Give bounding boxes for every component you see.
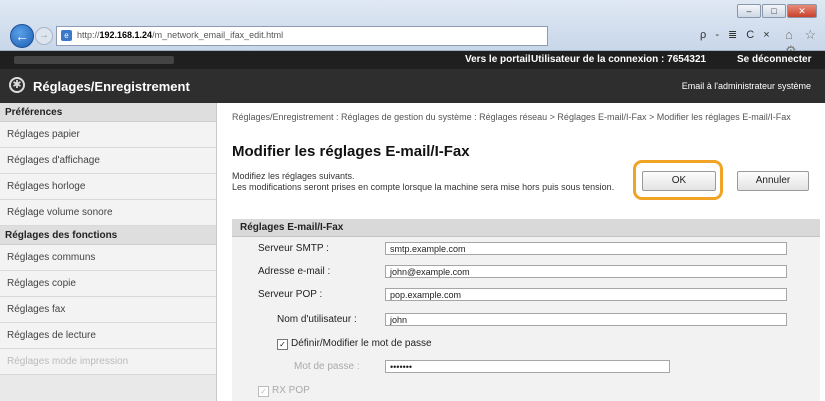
sidebar-item-copy[interactable]: Réglages copie bbox=[0, 271, 216, 297]
breadcrumb: Réglages/Enregistrement : Réglages de ge… bbox=[232, 112, 791, 122]
device-name-blurred bbox=[14, 56, 174, 64]
address-bar[interactable]: e http://192.168.1.24/m_network_email_if… bbox=[56, 26, 548, 46]
email-ifax-settings: Réglages E-mail/I-Fax Serveur SMTP : smt… bbox=[232, 219, 820, 401]
page-title: Modifier les réglages E-mail/I-Fax bbox=[232, 143, 470, 160]
cancel-button[interactable]: Annuler bbox=[737, 171, 809, 191]
minimize-icon[interactable]: – bbox=[737, 4, 761, 18]
url-text: http://192.168.1.24/m_network_email_ifax… bbox=[77, 30, 284, 40]
sidebar-item-print[interactable]: Réglages mode impression bbox=[0, 349, 216, 375]
username-label: Nom d'utilisateur : bbox=[277, 314, 357, 325]
pop-label: Serveur POP : bbox=[258, 289, 323, 300]
email-input[interactable]: john@example.com bbox=[385, 265, 787, 278]
sidebar-item-scan[interactable]: Réglages de lecture bbox=[0, 323, 216, 349]
set-password-label: Définir/Modifier le mot de passe bbox=[291, 338, 432, 349]
address-actions[interactable]: ρ - ≣ C × bbox=[700, 28, 773, 41]
sidebar-item-clock[interactable]: Réglages horloge bbox=[0, 174, 216, 200]
forward-arrow-icon[interactable]: → bbox=[35, 27, 53, 45]
logout-link[interactable]: Se déconnecter bbox=[737, 54, 811, 65]
description-line-1: Modifiez les réglages suivants. bbox=[232, 171, 355, 181]
rx-pop-checkbox[interactable]: ✓ bbox=[258, 386, 269, 397]
sidebar-section-preferences: Préférences bbox=[0, 103, 216, 122]
password-input[interactable]: ••••••• bbox=[385, 360, 670, 373]
email-admin-link[interactable]: Email à l'administrateur système bbox=[682, 81, 811, 91]
page-favicon-icon: e bbox=[61, 30, 72, 41]
smtp-label: Serveur SMTP : bbox=[258, 243, 329, 254]
rx-pop-label: RX POP bbox=[272, 385, 310, 396]
page-description: Modifiez les réglages suivants. Les modi… bbox=[232, 171, 642, 193]
title-bar: ✱ Réglages/Enregistrement Email à l'admi… bbox=[0, 69, 825, 103]
section-title: Réglages E-mail/I-Fax bbox=[232, 219, 820, 237]
window-controls: – □ ✕ bbox=[737, 4, 817, 18]
username-input[interactable]: john bbox=[385, 313, 787, 326]
email-label: Adresse e-mail : bbox=[258, 266, 331, 277]
sidebar-section-functions: Réglages des fonctions bbox=[0, 226, 216, 245]
ok-button[interactable]: OK bbox=[642, 171, 716, 191]
pop-input[interactable]: pop.example.com bbox=[385, 288, 787, 301]
maximize-icon[interactable]: □ bbox=[762, 4, 786, 18]
sidebar-item-paper[interactable]: Réglages papier bbox=[0, 122, 216, 148]
sidebar: Préférences Réglages papier Réglages d'a… bbox=[0, 103, 217, 401]
top-bar: Vers le portail Utilisateur de la connex… bbox=[0, 51, 825, 69]
main-content: Réglages/Enregistrement : Réglages de ge… bbox=[217, 103, 825, 401]
rx-pop-option[interactable]: ✓ RX POP bbox=[258, 385, 310, 397]
set-password-option[interactable]: ✓ Définir/Modifier le mot de passe bbox=[277, 338, 432, 350]
close-icon[interactable]: ✕ bbox=[787, 4, 817, 18]
sidebar-item-fax[interactable]: Réglages fax bbox=[0, 297, 216, 323]
sidebar-item-display[interactable]: Réglages d'affichage bbox=[0, 148, 216, 174]
back-arrow-icon[interactable]: ← bbox=[10, 24, 34, 48]
sidebar-item-volume[interactable]: Réglage volume sonore bbox=[0, 200, 216, 226]
smtp-input[interactable]: smtp.example.com bbox=[385, 242, 787, 255]
sidebar-item-common[interactable]: Réglages communs bbox=[0, 245, 216, 271]
login-user: Utilisateur de la connexion : 7654321 bbox=[531, 54, 707, 65]
set-password-checkbox[interactable]: ✓ bbox=[277, 339, 288, 350]
description-line-2: Les modifications seront prises en compt… bbox=[232, 182, 615, 192]
portal-link[interactable]: Vers le portail bbox=[465, 54, 531, 65]
app-title: Réglages/Enregistrement bbox=[33, 79, 190, 94]
password-label: Mot de passe : bbox=[294, 361, 360, 372]
browser-chrome: – □ ✕ ← → e http://192.168.1.24/m_networ… bbox=[0, 0, 825, 58]
settings-gear-icon: ✱ bbox=[9, 77, 25, 93]
